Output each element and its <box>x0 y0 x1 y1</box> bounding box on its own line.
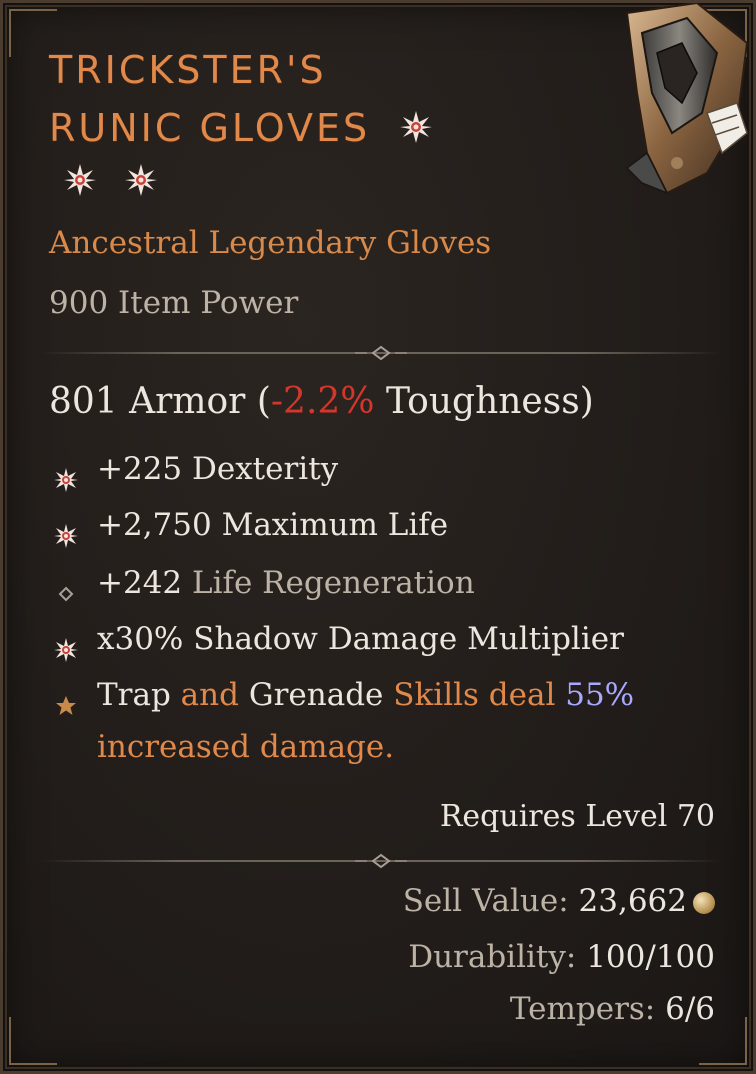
item-type: Ancestral Legendary Gloves <box>49 225 492 261</box>
legendary-star-icon <box>53 683 79 715</box>
item-name: TRICKSTER'S RUNIC GLOVES <box>49 41 609 160</box>
aspect-skills-deal: Skills deal <box>383 677 566 713</box>
aspect-text: Trap and Grenade Skills deal 55% increase… <box>97 669 717 773</box>
greater-affix-icon <box>63 163 97 201</box>
durability-label: Durability: <box>408 939 587 975</box>
greater-affix-indicator-row <box>63 163 180 199</box>
aspect-keyword-grenade: Grenade <box>248 677 384 713</box>
sell-value: Sell Value: 23,662 <box>403 883 715 919</box>
greater-affix-icon <box>53 457 79 492</box>
toughness-label: Toughness) <box>374 381 594 422</box>
section-divider <box>41 343 721 363</box>
tempers-label: Tempers: <box>509 991 666 1027</box>
greater-affix-icon <box>399 102 433 160</box>
tempers: Tempers: 6/6 <box>510 991 715 1027</box>
greater-affix-icon <box>53 513 79 548</box>
durability-value: 100/100 <box>586 939 715 975</box>
affix-text: +2,750 Maximum Life <box>97 507 449 543</box>
toughness-change: -2.2% <box>270 381 375 422</box>
sell-value-amount: 23,662 <box>578 883 687 919</box>
sell-value-label: Sell Value: <box>402 883 579 919</box>
durability: Durability: 100/100 <box>408 939 715 975</box>
affix-name: Life Regeneration <box>182 565 475 601</box>
section-divider <box>41 851 721 871</box>
frame-corner-bottom-left <box>9 1017 57 1065</box>
item-power: 900 Item Power <box>49 285 299 321</box>
gloves-icon <box>587 3 753 203</box>
armor-value: 801 Armor ( <box>49 381 271 422</box>
aspect-effect: increased damage. <box>97 729 395 765</box>
aspect-keyword-trap: Trap <box>97 677 171 713</box>
item-name-line-1: TRICKSTER'S <box>49 48 327 92</box>
gold-coin-icon <box>693 891 715 914</box>
aspect-value: 55% <box>565 677 635 713</box>
greater-affix-icon <box>124 163 158 201</box>
affix-diamond-icon <box>53 571 79 602</box>
item-name-line-2: RUNIC GLOVES <box>49 106 371 150</box>
affix-text: x30% Shadow Damage Multiplier <box>97 621 624 657</box>
aspect-connector: and <box>170 677 249 713</box>
greater-affix-icon <box>53 627 79 662</box>
tempers-value: 6/6 <box>665 991 715 1027</box>
requires-level: Requires Level 70 <box>439 799 715 834</box>
affix-text: +225 Dexterity <box>97 451 339 487</box>
armor-stat: 801 Armor (-2.2% Toughness) <box>49 381 594 422</box>
item-tooltip: TRICKSTER'S RUNIC GLOVES Ancestral Legen… <box>0 0 756 1074</box>
affix-text: +242 Life Regeneration <box>97 557 717 609</box>
affix-value: +242 <box>97 565 183 601</box>
